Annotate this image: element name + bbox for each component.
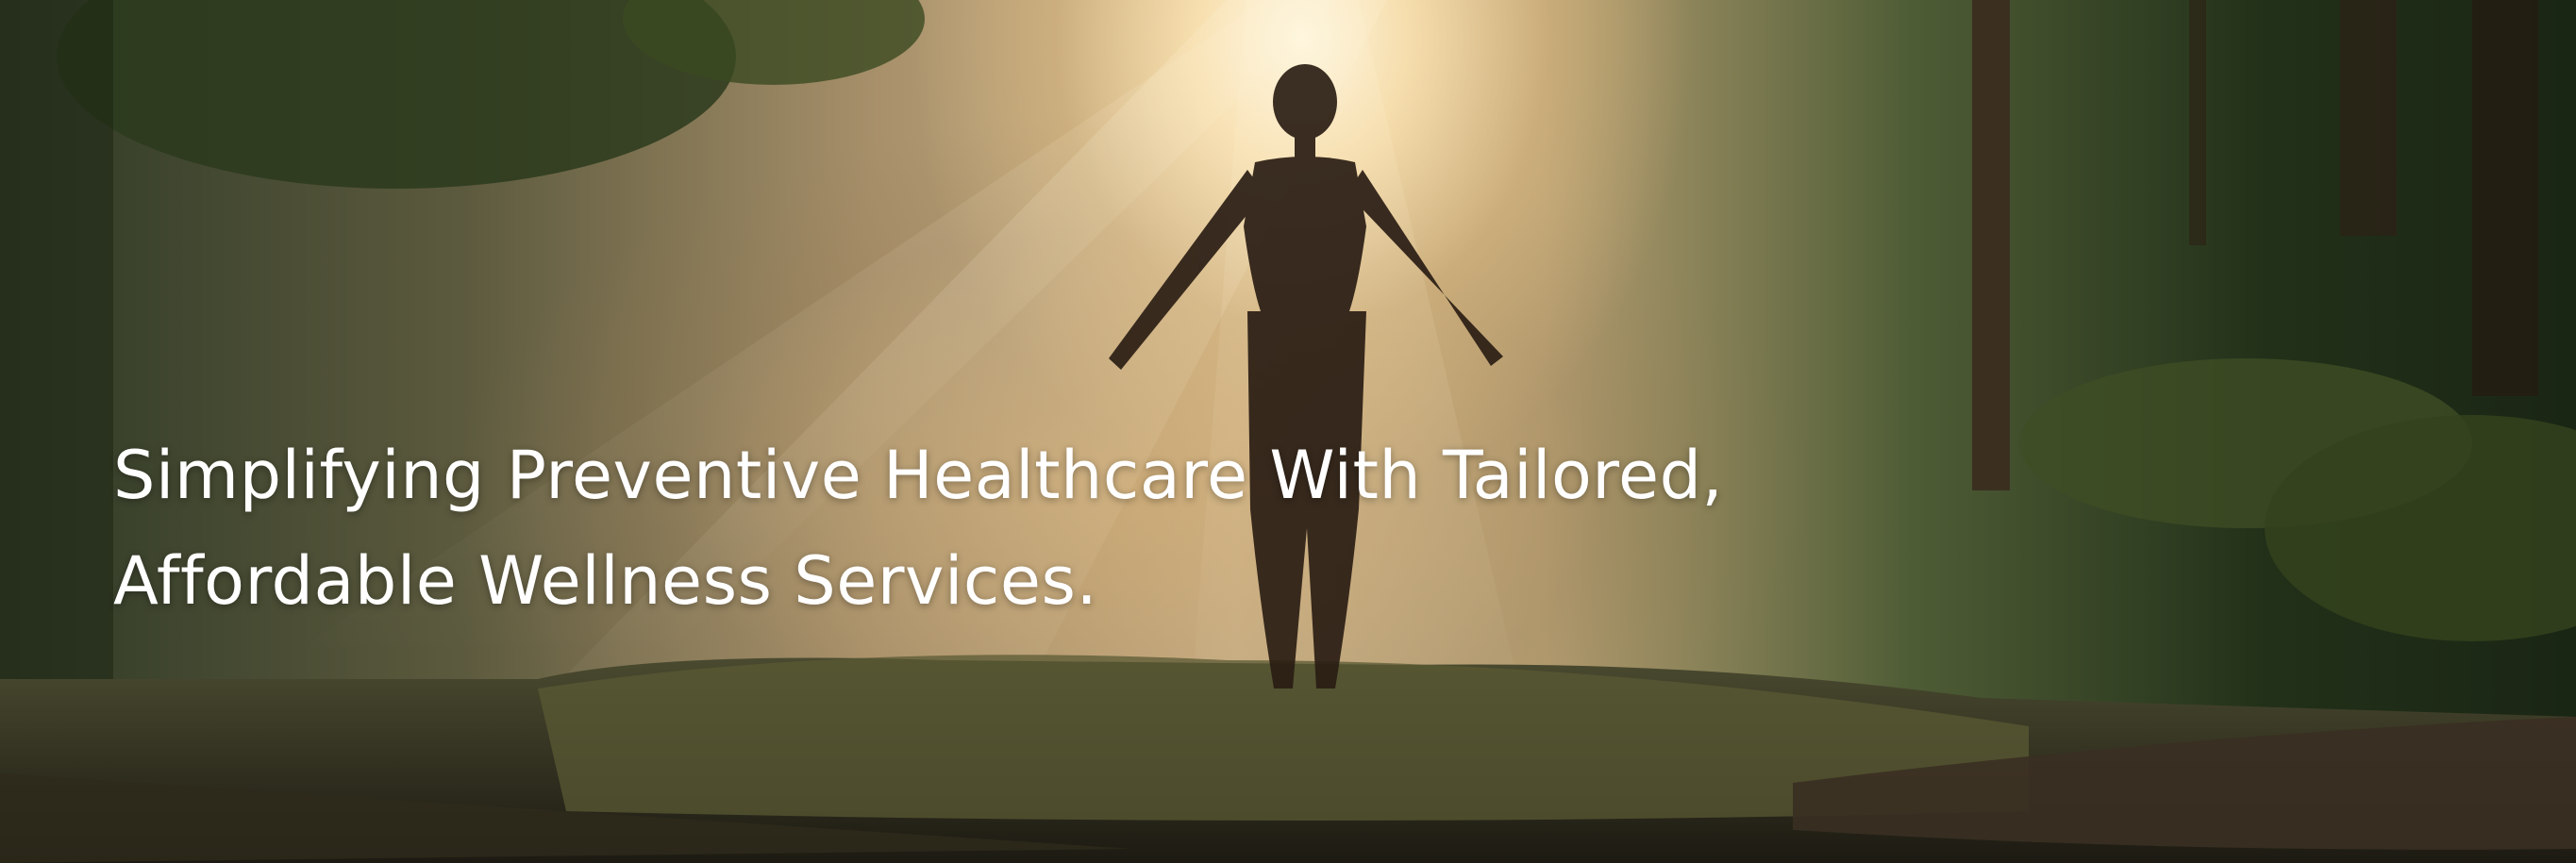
hero-headline-line-1: Simplifying Preventive Healthcare With T… [113, 437, 1724, 514]
hero-headline: Simplifying Preventive Healthcare With T… [113, 423, 2048, 634]
hero-banner: Simplifying Preventive Healthcare With T… [0, 0, 2576, 863]
hero-headline-line-2: Affordable Wellness Services. [113, 542, 1098, 620]
